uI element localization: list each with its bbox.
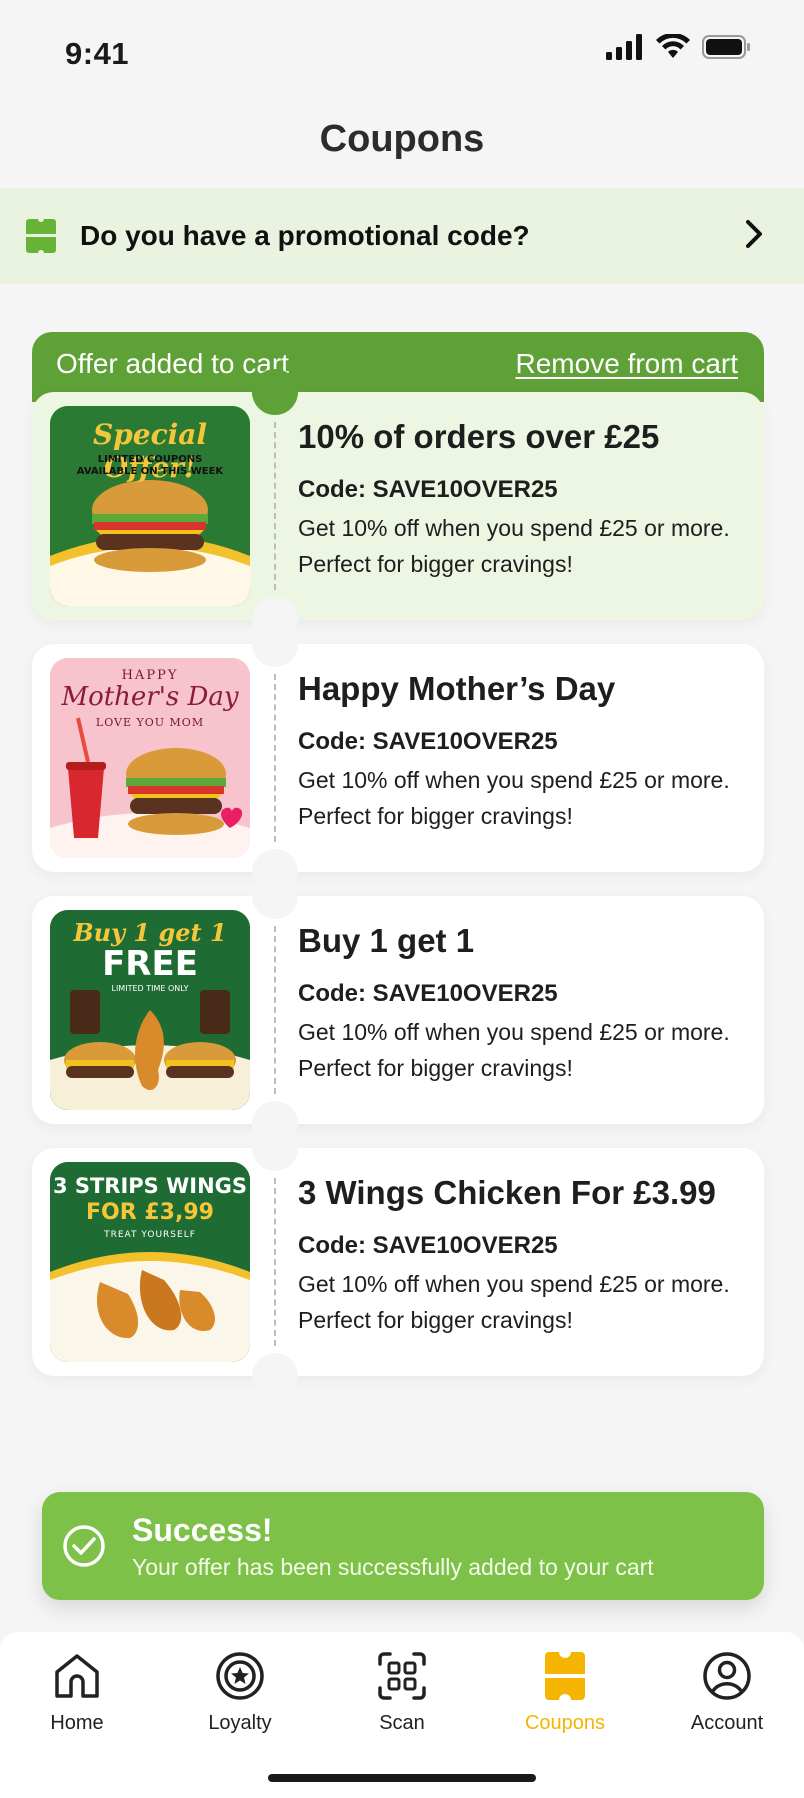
signal-icon — [606, 34, 642, 60]
home-indicator — [268, 1774, 536, 1782]
coupon-image-subline: HAPPY — [121, 668, 179, 683]
status-time: 9:41 — [65, 36, 130, 71]
chevron-right-icon — [746, 220, 762, 248]
check-circle-icon — [63, 1525, 105, 1567]
tab-label: Coupons — [524, 1712, 606, 1734]
coupon-image: 3 STRIPS WINGS FOR £3,99 TREAT YOURSELF — [50, 1162, 250, 1362]
coupon-image-subline-2: AVAILABLE ON THIS WEEK — [76, 466, 224, 477]
loyalty-icon — [216, 1652, 264, 1700]
coupon-image-subline-2: TREAT YOURSELF — [104, 1230, 196, 1240]
wifi-icon — [656, 34, 690, 58]
coupon-icon — [545, 1652, 585, 1700]
tab-loyalty[interactable]: Loyalty — [175, 1650, 305, 1735]
coupon-image-subline-2: LOVE YOU MOM — [95, 716, 205, 729]
tab-label: Scan — [379, 1712, 425, 1734]
tab-scan[interactable]: Scan — [337, 1650, 467, 1735]
coupon-image-headline: Buy 1 get 1 — [73, 918, 227, 947]
coupon-divider — [274, 926, 276, 1094]
coupon-image: HAPPY Mother's Day LOVE YOU MOM — [50, 658, 250, 858]
coupon-code: Code: SAVE10OVER25 — [298, 1232, 558, 1259]
coupon-description: Get 10% off when you spend £25 or more. … — [298, 1019, 730, 1081]
coupon-divider — [274, 1178, 276, 1346]
promo-code-row[interactable]: Do you have a promotional code? — [0, 188, 804, 284]
coupon-code: Code: SAVE10OVER25 — [298, 728, 558, 755]
coupon-title: 10% of orders over £25 — [298, 418, 660, 455]
tab-label: Account — [690, 1712, 764, 1734]
coupon-image-headline: 3 STRIPS WINGS — [52, 1174, 248, 1198]
tab-label: Home — [50, 1712, 104, 1734]
tab-coupons[interactable]: Coupons — [500, 1650, 630, 1735]
ticket-notch — [252, 369, 298, 415]
coupon-divider — [274, 674, 276, 842]
coupon-divider — [274, 422, 276, 590]
coupon-card[interactable]: 3 STRIPS WINGS FOR £3,99 TREAT YOURSELF … — [32, 1125, 764, 1399]
coupon-card[interactable]: Buy 1 get 1 FREE LIMITED TIME ONLY Buy 1… — [32, 873, 764, 1147]
ticket-icon — [26, 219, 56, 253]
success-toast: Success! Your offer has been successfull… — [42, 1492, 764, 1600]
battery-icon — [702, 35, 750, 59]
coupon-code: Code: SAVE10OVER25 — [298, 476, 558, 503]
remove-from-cart-link[interactable]: Remove from cart — [516, 348, 739, 380]
coupon-code: Code: SAVE10OVER25 — [298, 980, 558, 1007]
tab-account[interactable]: Account — [662, 1650, 792, 1735]
status-icons — [606, 34, 752, 60]
home-icon — [55, 1654, 99, 1698]
ticket-notch — [252, 1353, 298, 1399]
coupon-description: Get 10% off when you spend £25 or more. … — [298, 1271, 730, 1333]
coupon-description: Get 10% off when you spend £25 or more. … — [298, 767, 730, 829]
ticket-notch — [252, 1125, 298, 1171]
coupon-card[interactable]: HAPPY Mother's Day LOVE YOU MOM Happy Mo… — [32, 621, 764, 895]
coupon-description: Get 10% off when you spend £25 or more. … — [298, 515, 730, 577]
promo-code-label: Do you have a promotional code? — [80, 220, 530, 251]
offer-added-label: Offer added to cart — [56, 348, 289, 379]
coupon-card[interactable]: Special Offer! LIMITED COUPONS AVAILABLE… — [32, 369, 764, 643]
coupon-image-headline: Mother's Day — [61, 682, 239, 712]
coupon-image: Buy 1 get 1 FREE LIMITED TIME ONLY — [50, 910, 250, 1110]
page-title: Coupons — [319, 118, 485, 160]
ticket-notch — [252, 873, 298, 919]
ticket-notch — [252, 621, 298, 667]
coupon-image: Special Offer! LIMITED COUPONS AVAILABLE… — [50, 406, 250, 606]
coupon-title: Happy Mother’s Day — [298, 670, 616, 707]
qr-scan-icon — [378, 1652, 426, 1700]
coupon-image-subline: LIMITED COUPONS — [97, 454, 203, 465]
coupon-title: 3 Wings Chicken For £3.99 — [298, 1174, 716, 1211]
account-icon — [703, 1652, 751, 1700]
coupon-title: Buy 1 get 1 — [298, 922, 475, 959]
coupon-image-subline-2: LIMITED TIME ONLY — [111, 984, 189, 993]
status-bar: 9:41 — [0, 0, 804, 100]
coupon-image-subline: FOR £3,99 — [86, 1200, 214, 1225]
tab-home[interactable]: Home — [12, 1650, 142, 1735]
toast-message: Your offer has been successfully added t… — [132, 1554, 654, 1580]
toast-title: Success! — [132, 1512, 273, 1548]
tab-label: Loyalty — [208, 1712, 272, 1734]
coupon-image-subline: FREE — [102, 944, 198, 984]
